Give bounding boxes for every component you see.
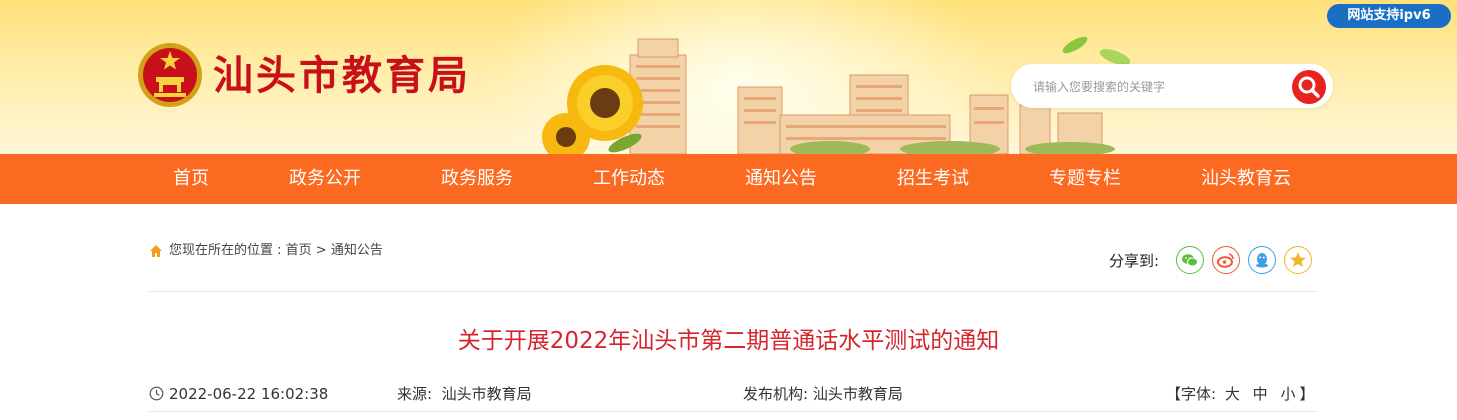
main-nav: 首页 政务公开 政务服务 工作动态 通知公告 招生考试 专题专栏 汕头教育云 (0, 154, 1457, 204)
article-source-label: 来源: (397, 385, 433, 403)
clock-icon (149, 386, 164, 401)
share-weibo-button[interactable] (1212, 246, 1240, 274)
nav-item-admissions[interactable]: 招生考试 (897, 154, 969, 204)
font-size-small-button[interactable]: 小 (1280, 385, 1295, 403)
breadcrumb-current-link[interactable]: 通知公告 (331, 243, 383, 258)
font-size-label: 【字体: (1166, 385, 1217, 403)
nav-item-government-affairs[interactable]: 政务公开 (289, 154, 361, 204)
national-emblem-icon (138, 43, 202, 107)
search-button[interactable] (1292, 70, 1326, 104)
article-title: 关于开展2022年汕头市第二期普通话水平测试的通知 (457, 328, 1000, 354)
font-size-controls: 【字体: 大 中 小】 (1166, 384, 1314, 404)
meta-divider (149, 411, 1317, 412)
wechat-icon (1182, 254, 1198, 267)
nav-item-work-news[interactable]: 工作动态 (593, 154, 665, 204)
article-source: 来源: 汕头市教育局 (397, 384, 532, 404)
article-datetime-value: 2022-06-22 16:02:38 (169, 385, 329, 403)
qq-icon (1256, 253, 1268, 268)
font-size-close: 】 (1299, 385, 1315, 403)
breadcrumb: 您现在所在的位置 : 首页 > 通知公告 (149, 242, 383, 261)
breadcrumb-home-link[interactable]: 首页 (286, 243, 312, 258)
search-icon (1298, 76, 1320, 98)
ipv6-badge[interactable]: 网站支持ipv6 (1327, 4, 1451, 28)
search-box (1011, 64, 1333, 108)
nav-item-education-cloud[interactable]: 汕头教育云 (1201, 154, 1291, 204)
share-label: 分享到: (1109, 252, 1160, 270)
site-name[interactable]: 汕头市教育局 (213, 50, 471, 102)
home-icon (150, 245, 162, 257)
qzone-icon (1290, 252, 1306, 267)
article-datetime: 2022-06-22 16:02:38 (149, 384, 328, 404)
nav-item-government-services[interactable]: 政务服务 (441, 154, 513, 204)
font-size-large-button[interactable]: 大 (1225, 385, 1240, 403)
breadcrumb-separator: > (311, 243, 331, 258)
font-size-medium-button[interactable]: 中 (1253, 385, 1268, 403)
nav-item-special-topics[interactable]: 专题专栏 (1049, 154, 1121, 204)
breadcrumb-prefix: 您现在所在的位置 : (169, 243, 286, 258)
nav-item-home[interactable]: 首页 (173, 154, 209, 204)
share-qq-button[interactable] (1248, 246, 1276, 274)
search-input[interactable] (1031, 76, 1285, 98)
header-banner: 汕头市教育局 网站支持ipv6 请输入您要搜索的关键字 (0, 0, 1457, 154)
share-wechat-button[interactable] (1176, 246, 1204, 274)
share-qzone-button[interactable] (1284, 246, 1312, 274)
article-publisher-value: 汕头市教育局 (812, 385, 903, 403)
divider (149, 291, 1317, 292)
article-source-value: 汕头市教育局 (441, 385, 532, 403)
weibo-icon (1217, 253, 1234, 268)
article-publisher-label: 发布机构: (743, 385, 809, 403)
nav-item-notices[interactable]: 通知公告 (745, 154, 817, 204)
article-publisher: 发布机构: 汕头市教育局 (743, 384, 903, 404)
